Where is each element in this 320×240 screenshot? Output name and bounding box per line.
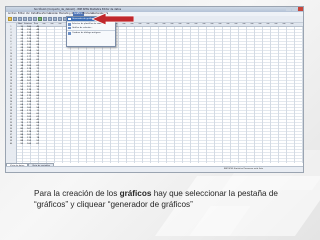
status-bar: IBM SPSS Statistics Processor está listo (6, 166, 303, 172)
open-file-icon[interactable] (8, 17, 12, 21)
insert-variable-icon[interactable] (58, 17, 62, 21)
chart-icon (68, 17, 71, 20)
column-header[interactable]: var (240, 23, 248, 26)
menu-bar: Archivo Editar Ver Datos Transformar Analizar… (6, 12, 303, 16)
menu-item[interactable]: Analizar (49, 12, 58, 16)
column-header[interactable]: var (168, 23, 176, 26)
graphs-menu-item[interactable]: Gráfico de relación... (67, 26, 115, 30)
column-header[interactable]: var (136, 23, 144, 26)
caption-before: Para la creación de los (34, 189, 120, 198)
column-header[interactable]: var (144, 23, 152, 26)
column-header[interactable]: var (160, 23, 168, 26)
table-cell[interactable]: 90 (16, 143, 24, 146)
column-header[interactable]: var (152, 23, 160, 26)
spss-screenshot: Sin título1 [Conjunto_de_datos0] - IBM S… (5, 6, 304, 173)
graphs-menu-label: Gráfico de relación... (72, 26, 93, 29)
data-grid[interactable] (6, 23, 303, 163)
graphs-menu-label: Cuadros de diálogo antiguos (72, 32, 101, 35)
column-header[interactable]: var (40, 23, 48, 26)
column-header[interactable]: var (200, 23, 208, 26)
minimize-icon[interactable] (286, 7, 291, 11)
column-header[interactable]: var (280, 23, 288, 26)
undo-icon[interactable] (28, 17, 32, 21)
caption-bold: gráficos (119, 189, 152, 198)
row-number[interactable]: 40 (6, 143, 16, 146)
toolbar (6, 16, 303, 23)
column-header[interactable]: var (48, 23, 56, 26)
save-icon[interactable] (13, 17, 17, 21)
variables-icon[interactable] (43, 17, 47, 21)
chart-icon (68, 23, 71, 26)
column-header[interactable]: var (248, 23, 256, 26)
data-column: 160 155 170 165 175 168 172 180 158 162 177 169 171 1… (24, 26, 32, 146)
maximize-icon[interactable] (292, 7, 297, 11)
redo-icon[interactable] (33, 17, 37, 21)
data-column: 45 48 60 55 70 62 68 75 50 58 72 65 67 63 71 52 57 74 64 69… (32, 26, 40, 146)
column-header[interactable]: var (208, 23, 216, 26)
column-header[interactable]: var (232, 23, 240, 26)
column-header[interactable]: var (272, 23, 280, 26)
go-to-case-icon[interactable] (38, 17, 42, 21)
column-header[interactable]: var (184, 23, 192, 26)
column-header[interactable]: var (288, 23, 296, 26)
table-cell[interactable]: 61 (32, 143, 40, 146)
column-header[interactable]: var (216, 23, 224, 26)
column-header[interactable]: var (192, 23, 200, 26)
chart-icon (68, 26, 71, 29)
insert-cases-icon[interactable] (53, 17, 57, 21)
menu-item[interactable]: Archivo (8, 12, 17, 16)
column-header[interactable]: var (264, 23, 272, 26)
column-header[interactable]: var (56, 23, 64, 26)
menu-item[interactable]: Editar (18, 12, 25, 16)
red-arrow-icon (92, 13, 134, 25)
data-column: 12 14 16 18 20 22 24 26 28 30 32 34 36 38 40 42 44 46 48 50… (16, 26, 24, 146)
menu-item[interactable]: Ver (26, 12, 30, 16)
column-header[interactable]: var (176, 23, 184, 26)
table-cell[interactable]: 166 (24, 143, 32, 146)
chart-icon (68, 32, 71, 35)
find-icon[interactable] (48, 17, 52, 21)
column-header-row: Edad Estatura Peso var var var var var var var var… (6, 23, 303, 27)
column-header[interactable]: var (224, 23, 232, 26)
caption-text: Para la creación de los gráficos hay que… (34, 188, 289, 210)
close-icon[interactable] (298, 7, 303, 11)
recall-dialog-icon[interactable] (23, 17, 27, 21)
column-header[interactable]: var (256, 23, 264, 26)
graphs-menu-item[interactable]: Cuadros de diálogo antiguos (67, 32, 115, 36)
status-text: IBM SPSS Statistics Processor está listo (223, 168, 263, 170)
print-icon[interactable] (18, 17, 22, 21)
